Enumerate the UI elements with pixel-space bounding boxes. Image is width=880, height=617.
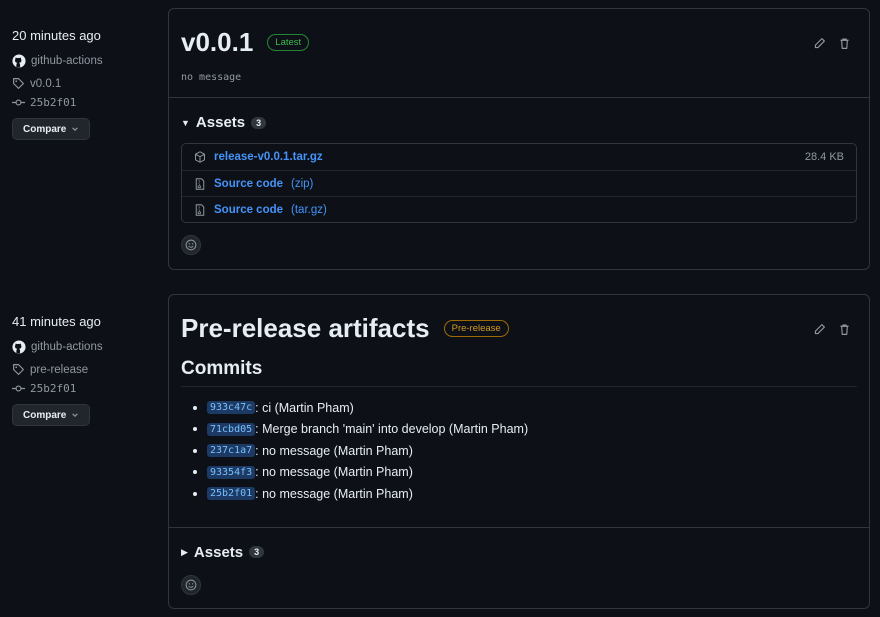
chevron-down-icon: [72, 127, 79, 131]
author-name[interactable]: github-actions: [31, 341, 103, 353]
list-item: 25b2f01: no message (Martin Pham): [193, 483, 857, 505]
asset-size: 28.4 KB: [804, 151, 844, 163]
tag-name[interactable]: v0.0.1: [30, 78, 61, 90]
commit-sha-link[interactable]: 93354f3: [207, 465, 256, 479]
commit-sha-link[interactable]: 25b2f01: [207, 487, 256, 501]
add-reaction-button[interactable]: [181, 235, 201, 255]
triangle-down-icon: ▼: [181, 117, 190, 128]
release-commit[interactable]: 25b2f01: [12, 379, 162, 398]
release-tag[interactable]: v0.0.1: [12, 74, 162, 93]
commit-sha[interactable]: 25b2f01: [30, 382, 76, 395]
latest-badge: Latest: [267, 34, 310, 51]
commit-sha-link[interactable]: 933c47c: [207, 401, 256, 415]
release-meta-1: 20 minutes ago github-actions v0.0.1 25b…: [12, 28, 162, 140]
asset-name[interactable]: Source code: [214, 204, 283, 216]
commit-icon: [12, 99, 25, 106]
commit-list: 933c47c: ci (Martin Pham) 71cbd05: Merge…: [181, 397, 857, 505]
assets-label: Assets: [193, 543, 244, 561]
commit-text: : ci (Martin Pham): [255, 400, 354, 415]
list-item: 93354f3: no message (Martin Pham): [193, 462, 857, 484]
commit-text: : Merge branch 'main' into develop (Mart…: [255, 422, 529, 437]
release-tag[interactable]: pre-release: [12, 360, 162, 379]
tag-name[interactable]: pre-release: [30, 364, 88, 376]
asset-name[interactable]: Source code: [214, 178, 283, 190]
list-item: 237c1a7: no message (Martin Pham): [193, 440, 857, 462]
assets-count: 3: [249, 546, 265, 558]
file-zip-icon: [195, 203, 205, 216]
asset-ext[interactable]: (zip): [291, 178, 313, 190]
commit-sha-link[interactable]: 237c1a7: [207, 444, 256, 458]
commit-sha-link[interactable]: 71cbd05: [207, 422, 256, 436]
add-reaction-button[interactable]: [181, 574, 201, 595]
commit-text: : no message (Martin Pham): [255, 486, 413, 501]
release-title[interactable]: v0.0.1: [181, 27, 253, 58]
package-icon: [195, 151, 205, 163]
smiley-icon: [185, 579, 197, 590]
compare-button[interactable]: Compare: [12, 404, 91, 426]
release-title[interactable]: Pre-release artifacts: [181, 313, 430, 344]
list-item: 933c47c: ci (Martin Pham): [193, 397, 857, 419]
commit-sha[interactable]: 25b2f01: [30, 96, 76, 109]
asset-row[interactable]: release-v0.0.1.tar.gz 28.4 KB: [182, 144, 856, 170]
commit-icon: [12, 385, 25, 392]
chevron-down-icon: [72, 413, 79, 417]
assets-toggle[interactable]: ▼ Assets 3: [169, 98, 869, 143]
release-time: 41 minutes ago: [12, 314, 101, 329]
list-item: 71cbd05: Merge branch 'main' into develo…: [193, 419, 857, 441]
tag-icon: [13, 364, 24, 375]
release-card-2: Pre-release artifacts Pre-release Commit…: [168, 294, 870, 609]
triangle-right-icon: ▶: [181, 546, 188, 557]
smiley-icon: [185, 239, 197, 251]
release-author[interactable]: github-actions: [12, 51, 162, 70]
assets-count: 3: [251, 116, 267, 129]
pencil-icon[interactable]: [813, 37, 826, 50]
release-card-1: v0.0.1 Latest no message ▼ Assets 3 rele…: [168, 8, 870, 270]
assets-label: Assets: [195, 114, 246, 131]
asset-ext[interactable]: (tar.gz): [291, 204, 327, 216]
commits-heading: Commits: [181, 358, 857, 387]
commit-text: : no message (Martin Pham): [255, 465, 413, 480]
trash-icon[interactable]: [838, 323, 851, 336]
trash-icon[interactable]: [838, 37, 851, 50]
release-author[interactable]: github-actions: [12, 337, 162, 356]
author-name[interactable]: github-actions: [31, 55, 103, 67]
file-zip-icon: [195, 177, 205, 190]
tag-icon: [13, 78, 24, 89]
assets-toggle[interactable]: ▶ Assets 3: [169, 528, 869, 571]
compare-label: Compare: [23, 123, 67, 135]
release-time: 20 minutes ago: [12, 28, 101, 43]
github-icon: [12, 339, 26, 354]
release-meta-2: 41 minutes ago github-actions pre-releas…: [12, 314, 162, 426]
compare-button[interactable]: Compare: [12, 118, 91, 140]
release-message: no message: [181, 72, 242, 83]
asset-row[interactable]: Source code (tar.gz): [182, 196, 856, 222]
github-icon: [12, 53, 26, 68]
assets-list: release-v0.0.1.tar.gz 28.4 KB Source cod…: [181, 143, 857, 223]
prerelease-badge: Pre-release: [443, 320, 509, 337]
asset-row[interactable]: Source code (zip): [182, 170, 856, 196]
pencil-icon[interactable]: [813, 323, 826, 336]
release-commit[interactable]: 25b2f01: [12, 93, 162, 112]
commit-text: : no message (Martin Pham): [255, 443, 413, 458]
asset-name[interactable]: release-v0.0.1.tar.gz: [214, 151, 323, 163]
compare-label: Compare: [23, 409, 67, 421]
